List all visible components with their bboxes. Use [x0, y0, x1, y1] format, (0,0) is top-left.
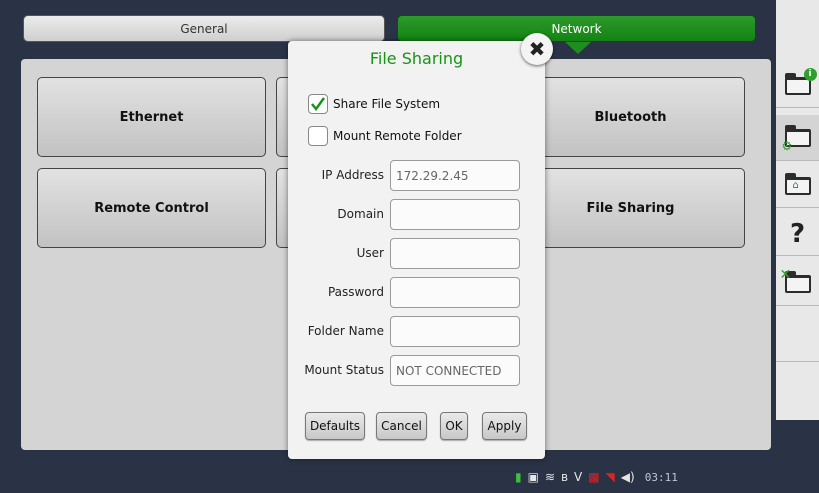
apply-button[interactable]: Apply [482, 412, 527, 440]
mount-remote-folder-label: Mount Remote Folder [333, 129, 462, 143]
info-folder-icon: i [784, 67, 817, 95]
bluetooth-button[interactable]: Bluetooth [516, 77, 745, 157]
checkmark-icon [311, 97, 326, 112]
ip-address-field[interactable]: 172.29.2.45 [390, 160, 520, 191]
ethernet-button[interactable]: Ethernet [37, 77, 266, 157]
v-icon: V [573, 470, 583, 484]
defaults-button[interactable]: Defaults [305, 412, 365, 440]
tools-folder-button[interactable]: ✕ [776, 262, 819, 306]
file-sharing-dialog: File Sharing Share File System Mount Rem… [288, 41, 545, 459]
bluetooth-icon: ʙ [561, 470, 568, 484]
help-icon: ? [789, 218, 806, 249]
close-icon: ✖ [528, 37, 546, 61]
domain-field[interactable] [390, 199, 520, 230]
tools-folder-icon: ✕ [780, 267, 811, 293]
password-field[interactable] [390, 277, 520, 308]
dialog-title: File Sharing [369, 49, 464, 68]
file-sharing-button[interactable]: File Sharing [516, 168, 745, 248]
close-dialog-button[interactable]: ✖ [521, 33, 553, 65]
speaker-icon: ◀) [620, 470, 635, 484]
mount-status-field: NOT CONNECTED [390, 355, 520, 386]
cancel-button[interactable]: Cancel [376, 412, 427, 440]
mount-status-label: Mount Status [304, 363, 384, 377]
checkbox-checked[interactable] [308, 94, 328, 114]
network-error-icon: ▩ [588, 470, 600, 484]
active-tab-pointer [565, 42, 591, 54]
display-icon: ▣ [527, 470, 539, 484]
sidebar-empty-slot [776, 318, 819, 362]
help-button[interactable]: ? [776, 212, 819, 256]
tab-general[interactable]: General [23, 15, 385, 42]
share-file-system-label: Share File System [333, 97, 441, 111]
home-folder-button[interactable]: ⌂ [776, 164, 819, 208]
settings-folder-button[interactable]: ⚙ [776, 115, 819, 161]
user-field[interactable] [390, 238, 520, 269]
info-folder-button[interactable]: i [776, 64, 819, 108]
wifi-icon: ≋ [544, 470, 556, 484]
right-sidebar: i ⚙ ⌂ ? ✕ [776, 0, 819, 420]
remote-control-button[interactable]: Remote Control [37, 168, 266, 248]
status-bar: ▮ ▣ ≋ ʙ V ▩ ◥ ◀) 03:11 [515, 468, 678, 486]
ip-address-label: IP Address [321, 168, 384, 182]
folder-name-label: Folder Name [307, 324, 384, 338]
clock: 03:11 [644, 470, 678, 484]
user-label: User [356, 246, 384, 260]
mount-remote-folder-checkbox[interactable]: Mount Remote Folder [308, 126, 462, 146]
home-folder-icon: ⌂ [784, 172, 811, 195]
share-file-system-checkbox[interactable]: Share File System [308, 94, 440, 114]
remote-error-icon: ◥ [605, 470, 615, 484]
settings-folder-icon: ⚙ [782, 124, 811, 153]
ok-button[interactable]: OK [440, 412, 468, 440]
folder-name-field[interactable] [390, 316, 520, 347]
tab-network[interactable]: Network [397, 15, 756, 42]
sidebar-empty-slot-2 [776, 366, 819, 412]
battery-plug-icon: ▮ [515, 470, 522, 484]
checkbox-unchecked[interactable] [308, 126, 328, 146]
password-label: Password [327, 285, 384, 299]
domain-label: Domain [337, 207, 384, 221]
